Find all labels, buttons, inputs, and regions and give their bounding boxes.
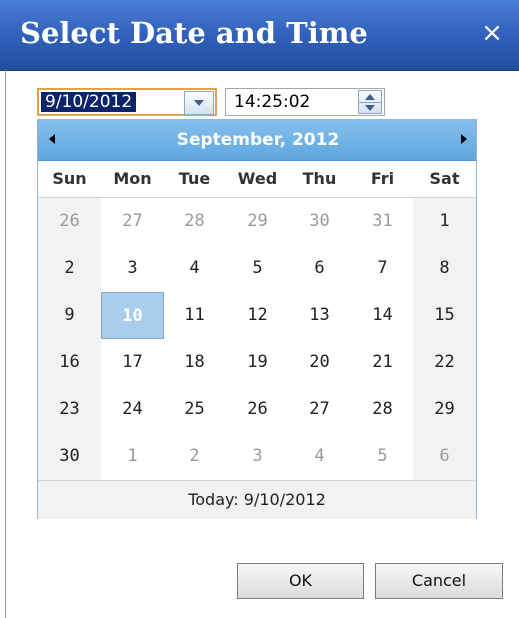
date-input-value: 9/10/2012 — [41, 92, 137, 112]
day-cell[interactable]: 29 — [226, 198, 289, 245]
day-cell[interactable]: 6 — [413, 433, 476, 480]
day-cell[interactable]: 1 — [413, 198, 476, 245]
day-cell[interactable]: 30 — [38, 433, 101, 480]
arrow-down-icon — [365, 105, 375, 111]
day-cell[interactable]: 25 — [163, 386, 226, 433]
calendar-header: September, 2012 — [38, 120, 476, 161]
day-cell[interactable]: 2 — [38, 245, 101, 292]
arrow-right-icon — [461, 134, 467, 144]
day-cell[interactable]: 24 — [101, 386, 164, 433]
day-cell[interactable]: 4 — [163, 245, 226, 292]
arrow-left-icon — [49, 134, 55, 144]
day-cell[interactable]: 2 — [163, 433, 226, 480]
day-cell[interactable]: 1 — [101, 433, 164, 480]
cancel-button[interactable]: Cancel — [375, 563, 503, 599]
day-cell[interactable]: 21 — [351, 339, 414, 386]
next-month-button[interactable] — [454, 130, 472, 148]
day-cell[interactable]: 22 — [413, 339, 476, 386]
day-cell[interactable]: 13 — [288, 292, 351, 339]
time-decrement-button[interactable] — [359, 102, 381, 113]
arrow-up-icon — [365, 94, 375, 100]
day-cell[interactable]: 23 — [38, 386, 101, 433]
ok-button[interactable]: OK — [237, 563, 364, 599]
day-cell[interactable]: 28 — [163, 198, 226, 245]
day-cell[interactable]: 29 — [413, 386, 476, 433]
dialog-border — [5, 70, 6, 618]
day-cell[interactable]: 3 — [101, 245, 164, 292]
day-grid: 26 27 28 29 30 31 1 2 3 4 5 6 7 8 9 10 11 12 13 14 15 16 17 18 1… — [38, 198, 476, 480]
day-cell-selected[interactable]: 10 — [101, 292, 164, 339]
date-dropdown-button[interactable] — [184, 91, 214, 115]
day-cell[interactable]: 26 — [38, 198, 101, 245]
day-cell[interactable]: 27 — [288, 386, 351, 433]
day-cell[interactable]: 31 — [351, 198, 414, 245]
dialog-title: Select Date and Time — [20, 16, 368, 50]
day-cell[interactable]: 6 — [288, 245, 351, 292]
today-link[interactable]: Today: 9/10/2012 — [38, 480, 476, 519]
weekday-header: Tue — [178, 169, 211, 188]
day-cell[interactable]: 28 — [351, 386, 414, 433]
weekday-header: Sun — [52, 169, 87, 188]
day-cell[interactable]: 5 — [351, 433, 414, 480]
day-cell[interactable]: 16 — [38, 339, 101, 386]
month-year-label[interactable]: September, 2012 — [128, 129, 388, 151]
day-cell[interactable]: 9 — [38, 292, 101, 339]
day-cell[interactable]: 4 — [288, 433, 351, 480]
day-cell[interactable]: 5 — [226, 245, 289, 292]
day-cell[interactable]: 19 — [226, 339, 289, 386]
day-cell[interactable]: 12 — [226, 292, 289, 339]
day-cell[interactable]: 20 — [288, 339, 351, 386]
close-button[interactable]: × — [478, 18, 506, 48]
day-cell[interactable]: 14 — [351, 292, 414, 339]
prev-month-button[interactable] — [44, 130, 62, 148]
day-cell[interactable]: 3 — [226, 433, 289, 480]
day-cell[interactable]: 7 — [351, 245, 414, 292]
day-cell[interactable]: 8 — [413, 245, 476, 292]
weekday-header: Wed — [237, 169, 278, 188]
chevron-down-icon — [194, 100, 204, 106]
day-cell[interactable]: 26 — [226, 386, 289, 433]
weekday-header: Sat — [429, 169, 460, 188]
day-cell[interactable]: 18 — [163, 339, 226, 386]
calendar: September, 2012 Sun Mon Tue Wed Thu Fri Sat 26… — [37, 119, 477, 519]
day-cell[interactable]: 11 — [163, 292, 226, 339]
time-spinner — [358, 90, 382, 114]
day-cell[interactable]: 17 — [101, 339, 164, 386]
time-input-value: 14:25:02 — [234, 92, 311, 112]
weekday-header: Thu — [302, 169, 337, 188]
day-cell[interactable]: 15 — [413, 292, 476, 339]
weekday-header: Mon — [113, 169, 152, 188]
close-icon: × — [481, 18, 503, 48]
date-time-dialog: Select Date and Time × 9/10/2012 14:25:0… — [0, 0, 519, 618]
weekday-header-row: Sun Mon Tue Wed Thu Fri Sat — [38, 161, 476, 198]
day-cell[interactable]: 27 — [101, 198, 164, 245]
weekday-header: Fri — [370, 169, 395, 188]
day-cell[interactable]: 30 — [288, 198, 351, 245]
title-bar[interactable]: Select Date and Time × — [0, 0, 519, 71]
